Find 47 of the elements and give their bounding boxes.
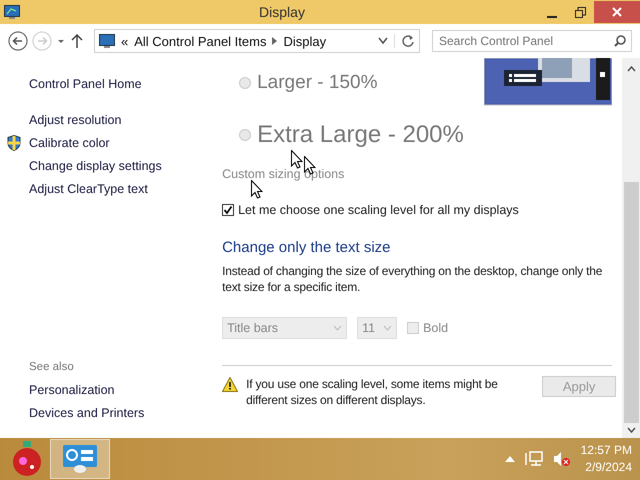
scroll-up-icon[interactable] bbox=[626, 66, 636, 72]
sidebar-link[interactable]: Personalization bbox=[29, 378, 114, 401]
sidebar-link[interactable]: Adjust ClearType text bbox=[29, 177, 148, 200]
option-label: Extra Large - 200% bbox=[257, 121, 464, 149]
checkbox[interactable] bbox=[222, 204, 234, 216]
close-button[interactable] bbox=[594, 1, 640, 23]
breadcrumb-prefix[interactable]: « bbox=[121, 34, 128, 48]
taskbar-app-button[interactable] bbox=[50, 439, 110, 479]
muted-speaker-icon[interactable] bbox=[552, 451, 571, 467]
shield-icon bbox=[7, 135, 21, 151]
separator-arrow-icon bbox=[272, 37, 278, 45]
chevron-down-icon[interactable] bbox=[378, 37, 388, 45]
minimize-icon bbox=[547, 16, 557, 18]
description-text: Instead of changing the size of everything on the desktop, change only the text size for a specific item. bbox=[222, 263, 604, 295]
scrollbar[interactable] bbox=[622, 58, 640, 438]
warning-text: If you use one scaling level, some items might be different sizes on different displays. bbox=[246, 376, 499, 408]
display-icon bbox=[99, 34, 115, 48]
breadcrumb[interactable]: Display bbox=[283, 34, 326, 48]
sidebar-link[interactable]: Calibrate color bbox=[7, 131, 110, 154]
cursor-icon bbox=[291, 150, 304, 169]
restore-icon bbox=[574, 6, 586, 18]
network-icon[interactable] bbox=[524, 451, 543, 467]
back-button[interactable] bbox=[8, 31, 28, 51]
chevron-down-icon bbox=[383, 325, 392, 331]
section-heading: Change only the text size bbox=[222, 239, 392, 258]
breadcrumb[interactable]: All Control Panel Items bbox=[134, 34, 266, 48]
sidebar-link[interactable]: Change display settings bbox=[29, 154, 162, 177]
checkbox-label: Bold bbox=[423, 321, 448, 335]
checkbox-label: Let me choose one scaling level for all my displays bbox=[238, 203, 519, 217]
warning-icon bbox=[222, 377, 238, 392]
close-icon bbox=[612, 7, 622, 17]
address-bar[interactable]: « All Control Panel Items Display bbox=[94, 29, 420, 53]
cursor-icon bbox=[251, 180, 264, 199]
sidebar-link[interactable]: Adjust resolution bbox=[29, 108, 122, 131]
chevron-down-icon bbox=[333, 325, 342, 331]
search-icon bbox=[614, 35, 626, 47]
sidebar-link[interactable]: Devices and Printers bbox=[29, 401, 144, 424]
search-field[interactable]: Search Control Panel bbox=[432, 30, 632, 52]
see-also-heading: See also bbox=[29, 360, 75, 374]
option-label: Larger - 150% bbox=[257, 72, 378, 94]
refresh-icon[interactable] bbox=[394, 34, 415, 48]
show-hidden-icons-icon[interactable] bbox=[504, 456, 515, 462]
display-icon bbox=[4, 4, 20, 20]
up-button[interactable] bbox=[70, 33, 84, 49]
window-title: Display bbox=[258, 4, 306, 20]
sidebar-link[interactable]: Control Panel Home bbox=[29, 72, 142, 95]
scroll-down-icon[interactable] bbox=[626, 427, 636, 433]
